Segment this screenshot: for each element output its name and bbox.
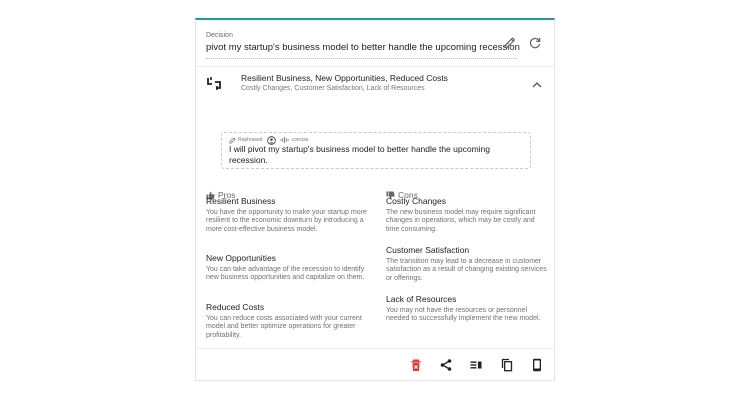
pro-item: Resilient Business You have the opportun…: [206, 196, 368, 234]
copy-icon: [501, 358, 513, 372]
con-item-desc: You may not have the resources or person…: [386, 307, 541, 323]
rephrased-text: I will pivot my startup's business model…: [229, 144, 491, 165]
list-icon: [470, 361, 482, 369]
delete-button[interactable]: [409, 358, 423, 372]
collapse-button[interactable]: [530, 78, 544, 90]
pro-item-desc: You have the opportunity to make your st…: [206, 209, 367, 233]
share-button[interactable]: [439, 358, 453, 372]
decision-input[interactable]: pivot my startup's business model to bet…: [206, 42, 520, 53]
rephrased-tag: Rephrased: [238, 137, 263, 143]
con-item-title: Lack of Resources: [386, 294, 457, 304]
mobile-view-button[interactable]: [530, 358, 544, 372]
con-item: Lack of Resources You may not have the r…: [386, 294, 548, 324]
mobile-icon: [533, 358, 541, 372]
con-item-title: Costly Changes: [386, 196, 447, 206]
audio-wave-icon: [280, 136, 290, 144]
pro-item-desc: You can take advantage of the recession …: [206, 266, 365, 282]
summary-header[interactable]: Resilient Business, New Opportunities, R…: [196, 66, 554, 101]
trash-icon: [411, 359, 421, 371]
pro-item: Reduced Costs You can reduce costs assoc…: [206, 302, 368, 340]
con-item-desc: The new business model may require signi…: [386, 209, 536, 233]
share-icon: [440, 359, 452, 371]
chevron-up-icon: [532, 82, 542, 88]
scale-icon: [205, 75, 223, 91]
con-item: Costly Changes The new business model ma…: [386, 196, 548, 234]
refresh-button[interactable]: [527, 35, 543, 51]
pro-item-title: Resilient Business: [206, 196, 276, 206]
summary-subtitle: Costly Changes, Customer Satisfaction, L…: [241, 85, 425, 92]
decision-section: Decision pivot my startup's business mod…: [196, 20, 554, 66]
action-toolbar: [196, 348, 554, 381]
pro-item-title: Reduced Costs: [206, 302, 265, 312]
copy-button[interactable]: [500, 358, 514, 372]
summary-title: Resilient Business, New Opportunities, R…: [241, 73, 448, 83]
rephrase-style: concise: [291, 137, 309, 143]
list-view-button[interactable]: [469, 358, 483, 372]
pencil-icon: [229, 136, 236, 144]
rephrase-meta: Rephrased concise: [229, 135, 309, 145]
con-item: Customer Satisfaction The transition may…: [386, 245, 548, 283]
rephrased-box: Rephrased concise I will pivot my startu…: [221, 132, 531, 169]
pro-item-desc: You can reduce costs associated with you…: [206, 315, 362, 339]
decision-label: Decision: [206, 32, 233, 39]
decision-underline: [206, 58, 516, 59]
con-item-title: Customer Satisfaction: [386, 245, 470, 255]
decision-card: Decision pivot my startup's business mod…: [195, 18, 555, 381]
edit-button[interactable]: [502, 35, 518, 51]
pencil-icon: [504, 37, 516, 49]
con-item-desc: The transition may lead to a decrease in…: [386, 258, 547, 282]
pro-item: New Opportunities You can take advantage…: [206, 253, 368, 283]
pro-item-title: New Opportunities: [206, 253, 276, 263]
refresh-icon: [529, 37, 541, 49]
